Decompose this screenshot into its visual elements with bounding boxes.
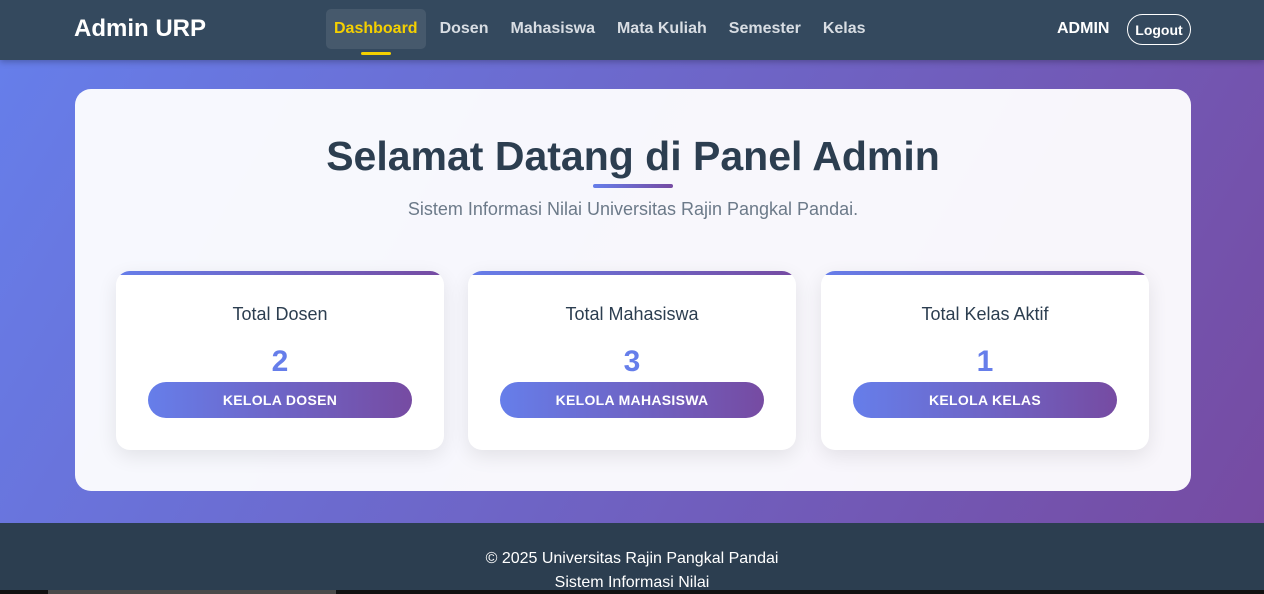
kelola-dosen-button[interactable]: KELOLA DOSEN [148,382,412,418]
stat-label: Total Dosen [232,304,328,324]
nav-link-semester[interactable]: Semester [721,9,809,49]
nav-menu: Dashboard Dosen Mahasiswa Mata Kuliah Se… [326,9,880,49]
top-navbar: Admin URP Dashboard Dosen Mahasiswa Mata… [0,0,1264,60]
footer-copyright: © 2025 Universitas Rajin Pangkal Pandai [485,550,779,567]
stat-card-dosen: Total Dosen 2 KELOLA DOSEN [116,271,444,450]
stat-value: 3 [623,345,641,378]
nav-link-mahasiswa[interactable]: Mahasiswa [502,9,602,49]
nav-link-dashboard[interactable]: Dashboard [326,9,426,49]
scrollbar-thumb[interactable] [48,590,336,594]
kelola-kelas-button[interactable]: KELOLA KELAS [853,382,1117,418]
stat-card-mahasiswa: Total Mahasiswa 3 KELOLA MAHASISWA [468,271,796,450]
page-subtitle: Sistem Informasi Nilai Universitas Rajin… [407,199,859,219]
page-title: Selamat Datang di Panel Admin [326,133,940,179]
nav-link-mata-kuliah[interactable]: Mata Kuliah [609,9,715,49]
brand-title[interactable]: Admin URP [74,15,206,43]
title-underline [593,184,673,188]
stat-label: Total Mahasiswa [565,304,699,324]
kelola-mahasiswa-button[interactable]: KELOLA MAHASISWA [500,382,764,418]
stat-label: Total Kelas Aktif [921,304,1049,324]
current-user-name: ADMIN [1057,20,1110,37]
hero-background: Selamat Datang di Panel Admin Sistem Inf… [0,60,1264,523]
page-footer: © 2025 Universitas Rajin Pangkal Pandai … [0,523,1264,594]
stat-card-kelas: Total Kelas Aktif 1 KELOLA KELAS [821,271,1149,450]
nav-link-kelas[interactable]: Kelas [815,9,874,49]
logout-button[interactable]: Logout [1127,14,1191,45]
bottom-scroll-strip [0,590,1264,594]
welcome-panel: Selamat Datang di Panel Admin Sistem Inf… [75,89,1191,491]
nav-link-dosen[interactable]: Dosen [432,9,497,49]
stat-value: 2 [271,345,289,378]
stat-value: 1 [976,345,994,378]
